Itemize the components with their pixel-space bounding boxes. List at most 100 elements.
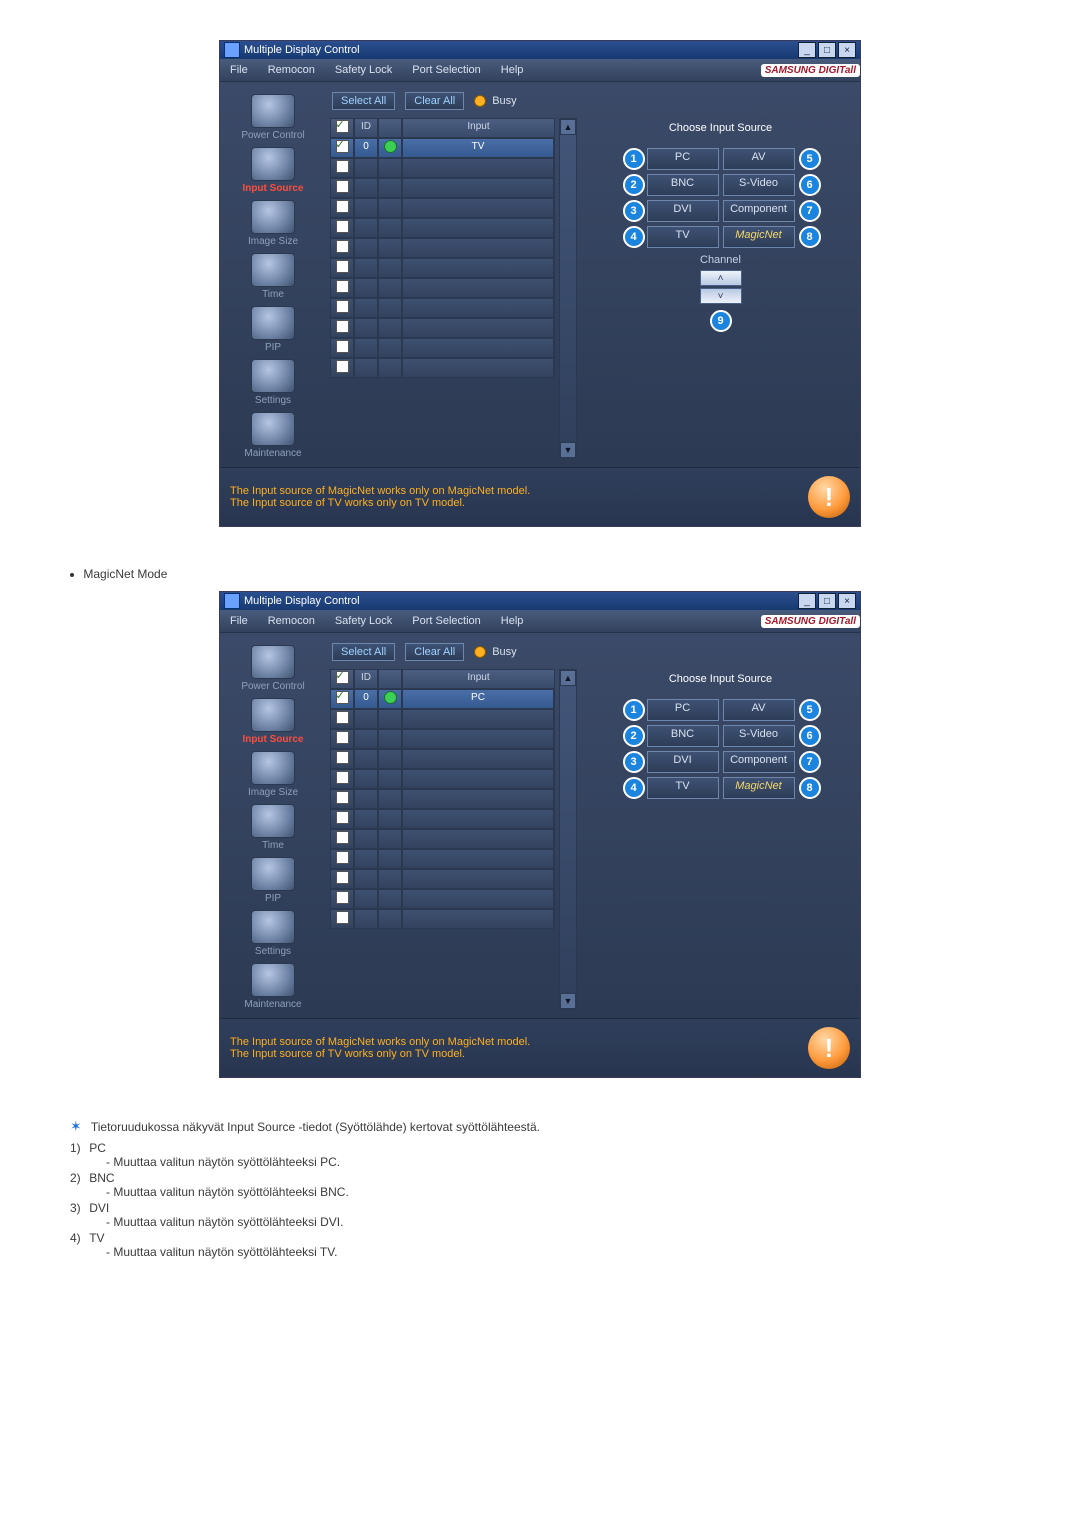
source-magicnet-button[interactable]: MagicNet [723,226,795,248]
grid-row[interactable] [330,749,554,769]
col-input[interactable]: Input [402,669,555,689]
col-status[interactable] [378,669,402,689]
sidebar-item-time[interactable]: Time [224,802,322,853]
sidebar-item-power-control[interactable]: Power Control [224,92,322,143]
grid-row[interactable] [330,178,554,198]
menu-safety-lock[interactable]: Safety Lock [325,615,402,627]
source-bnc-button[interactable]: BNC [647,174,719,196]
grid-row[interactable] [330,338,554,358]
menu-help[interactable]: Help [491,64,534,76]
source-dvi-button[interactable]: DVI [647,751,719,773]
grid-row[interactable] [330,258,554,278]
col-input[interactable]: Input [402,118,555,138]
col-status[interactable] [378,118,402,138]
maximize-button[interactable]: □ [818,593,836,609]
check-icon [336,240,349,253]
source-av-button[interactable]: AV [723,699,795,721]
sidebar-item-power-control[interactable]: Power Control [224,643,322,694]
grid-row[interactable] [330,709,554,729]
grid-row[interactable] [330,809,554,829]
footer-line-1: The Input source of MagicNet works only … [230,1036,808,1048]
sidebar-item-maintenance[interactable]: Maintenance [224,410,322,461]
channel-down-button[interactable]: ˅ [700,288,742,304]
clear-all-button[interactable]: Clear All [405,92,464,110]
menu-remocon[interactable]: Remocon [258,615,325,627]
sidebar-item-input-source[interactable]: Input Source [224,696,322,747]
sidebar-item-image-size[interactable]: Image Size [224,749,322,800]
sidebar-item-settings[interactable]: Settings [224,357,322,408]
grid-row[interactable] [330,218,554,238]
menu-help[interactable]: Help [491,615,534,627]
scrollbar[interactable]: ▲ ▼ [559,118,577,459]
sidebar-item-input-source[interactable]: Input Source [224,145,322,196]
source-bnc-button[interactable]: BNC [647,725,719,747]
col-check[interactable] [330,669,354,689]
scroll-down-icon[interactable]: ▼ [560,993,576,1009]
grid-row[interactable] [330,358,554,378]
menu-safety-lock[interactable]: Safety Lock [325,64,402,76]
sidebar-item-image-size[interactable]: Image Size [224,198,322,249]
grid-row[interactable] [330,869,554,889]
grid-row[interactable] [330,198,554,218]
grid-row[interactable] [330,238,554,258]
source-magicnet-button[interactable]: MagicNet [723,777,795,799]
minimize-button[interactable]: _ [798,593,816,609]
busy-label: Busy [492,95,516,107]
menu-port-selection[interactable]: Port Selection [402,615,490,627]
grid-row[interactable] [330,889,554,909]
source-component-button[interactable]: Component [723,751,795,773]
col-id[interactable]: ID [354,669,378,689]
source-pc-button[interactable]: PC [647,148,719,170]
source-tv-button[interactable]: TV [647,226,719,248]
grid-row[interactable] [330,158,554,178]
minimize-button[interactable]: _ [798,42,816,58]
sidebar-item-pip[interactable]: PIP [224,855,322,906]
grid-row[interactable] [330,769,554,789]
source-pc-button[interactable]: PC [647,699,719,721]
menu-file[interactable]: File [220,64,258,76]
scroll-up-icon[interactable]: ▲ [560,119,576,135]
sidebar-item-maintenance[interactable]: Maintenance [224,961,322,1012]
menu-bar: File Remocon Safety Lock Port Selection … [220,610,860,633]
close-button[interactable]: × [838,42,856,58]
grid-row[interactable] [330,318,554,338]
select-all-button[interactable]: Select All [332,643,395,661]
cell-id: 0 [354,138,378,158]
menu-remocon[interactable]: Remocon [258,64,325,76]
col-check[interactable] [330,118,354,138]
badge-3: 3 [623,200,645,222]
source-svideo-button[interactable]: S-Video [723,174,795,196]
scroll-up-icon[interactable]: ▲ [560,670,576,686]
grid-row[interactable] [330,829,554,849]
scrollbar[interactable]: ▲ ▼ [559,669,577,1010]
grid-row[interactable] [330,909,554,929]
col-id[interactable]: ID [354,118,378,138]
source-dvi-button[interactable]: DVI [647,200,719,222]
grid-row[interactable] [330,849,554,869]
grid-row[interactable] [330,278,554,298]
source-av-button[interactable]: AV [723,148,795,170]
source-tv-button[interactable]: TV [647,777,719,799]
select-all-button[interactable]: Select All [332,92,395,110]
scroll-down-icon[interactable]: ▼ [560,442,576,458]
source-component-button[interactable]: Component [723,200,795,222]
sidebar-item-settings[interactable]: Settings [224,908,322,959]
grid-row[interactable] [330,789,554,809]
source-svideo-button[interactable]: S-Video [723,725,795,747]
grid-row[interactable] [330,298,554,318]
menu-port-selection[interactable]: Port Selection [402,64,490,76]
clear-all-button[interactable]: Clear All [405,643,464,661]
grid-row[interactable]: 0 TV [330,138,554,158]
grid-header: ID Input [330,118,555,138]
menu-file[interactable]: File [220,615,258,627]
mode-heading: MagicNet Mode [70,567,970,581]
sidebar-item-pip[interactable]: PIP [224,304,322,355]
sidebar-item-label: Settings [255,946,291,957]
sidebar-item-time[interactable]: Time [224,251,322,302]
grid-row[interactable]: 0 PC [330,689,554,709]
close-button[interactable]: × [838,593,856,609]
maximize-button[interactable]: □ [818,42,836,58]
channel-up-button[interactable]: ˄ [700,270,742,286]
check-icon [336,691,349,704]
grid-row[interactable] [330,729,554,749]
